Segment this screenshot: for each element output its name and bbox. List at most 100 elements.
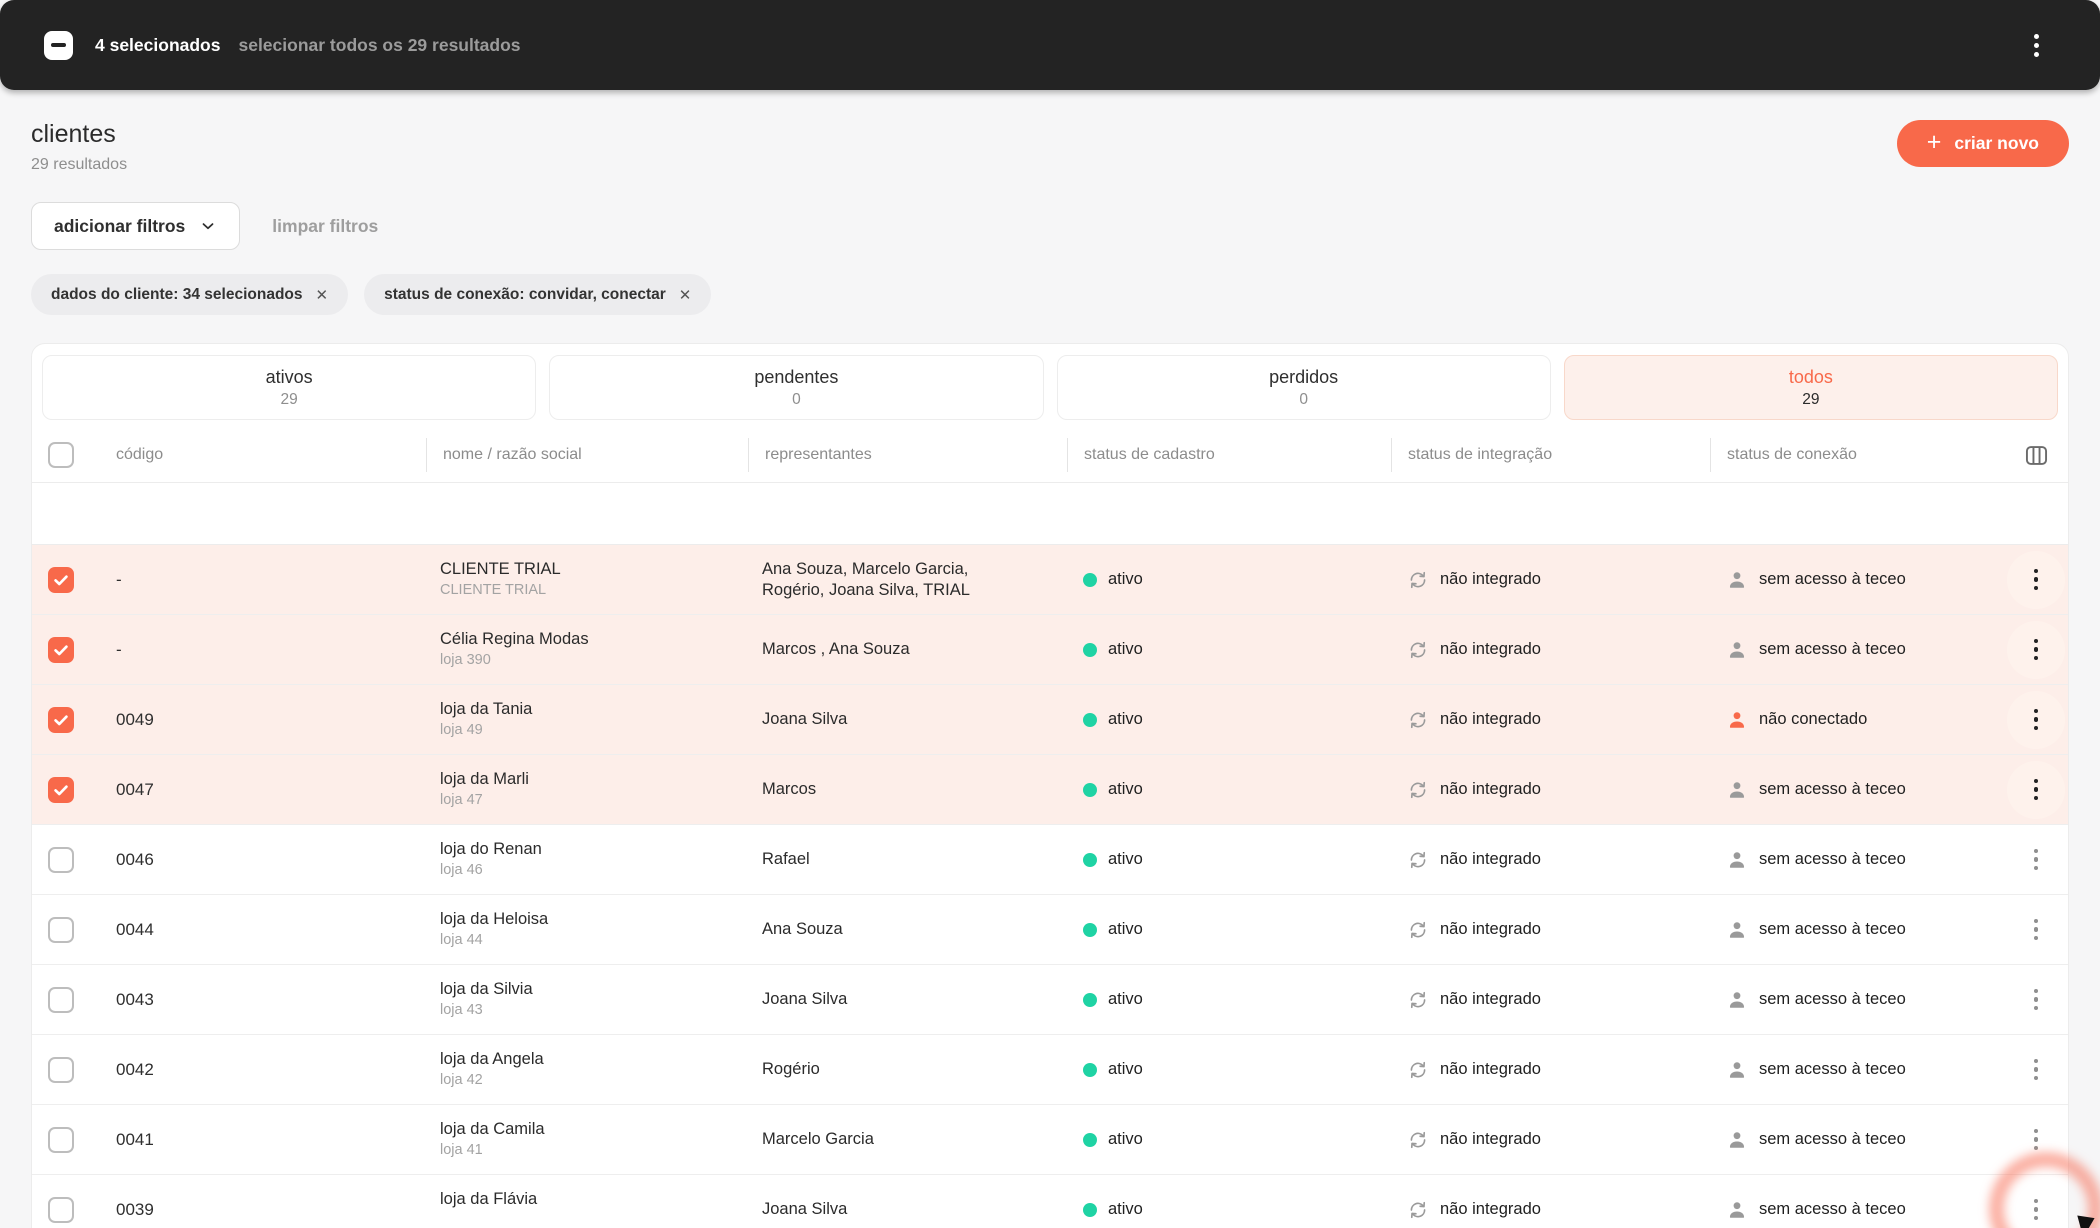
representatives: Joana Silva [748,709,1067,730]
columns-icon [2023,442,2050,469]
row-checkbox[interactable] [48,567,74,593]
client-name: loja do Renan [440,839,748,860]
row-menu-button[interactable] [2016,1050,2056,1090]
status-cadastro: ativo [1067,1130,1391,1149]
status-integracao: não integrado [1391,639,1710,661]
header-checkbox[interactable] [48,442,74,468]
create-new-button[interactable]: + criar novo [1897,120,2069,167]
client-subname [440,1211,748,1228]
status-cadastro: ativo [1067,1200,1391,1219]
status-cadastro: ativo [1067,850,1391,869]
check-icon [51,570,71,590]
remove-chip-icon[interactable]: ✕ [679,286,692,304]
tab-label: pendentes [550,367,1042,388]
row-menu-button[interactable] [2016,840,2056,880]
representatives: Marcos [748,779,1067,800]
status-cadastro: ativo [1067,1060,1391,1079]
kebab-icon [2034,779,2039,784]
selection-menu-button[interactable] [2016,25,2056,65]
tab-pendentes[interactable]: pendentes0 [549,355,1043,420]
kebab-icon [2034,1129,2039,1134]
status-integracao: não integrado [1391,779,1710,801]
kebab-icon [2034,569,2039,574]
table-row[interactable]: 0043loja da Silvialoja 43Joana Silvaativ… [32,965,2068,1035]
selection-bar: 4 selecionados selecionar todos os 29 re… [0,0,2100,90]
add-filters-button[interactable]: adicionar filtros [31,202,240,250]
row-menu-button[interactable] [2016,630,2056,670]
client-subname: loja 44 [440,931,748,950]
check-icon [51,780,71,800]
client-name: loja da Angela [440,1049,748,1070]
client-code: 0043 [100,990,426,1010]
clear-filters-link[interactable]: limpar filtros [272,216,378,237]
table-row[interactable]: 0044loja da Heloisaloja 44Ana Souzaativo… [32,895,2068,965]
row-menu-button[interactable] [2016,770,2056,810]
row-checkbox[interactable] [48,847,74,873]
status-integracao: não integrado [1391,849,1710,871]
table-row[interactable]: 0046loja do Renanloja 46Rafaelativonão i… [32,825,2068,895]
status-conexao: sem acesso à teceo [1710,639,2004,661]
select-all-checkbox[interactable] [44,31,73,60]
client-name: loja da Marli [440,769,748,790]
status-conexao: sem acesso à teceo [1710,919,2004,941]
client-name: loja da Flávia [440,1189,748,1210]
column-header: status de conexão [1710,438,2004,472]
clients-table-card: ativos29pendentes0perdidos0todos29 códig… [31,343,2069,1228]
table-row[interactable]: 0039loja da FláviaJoana Silvaativonão in… [32,1175,2068,1228]
row-menu-button[interactable] [2016,560,2056,600]
person-icon [1726,989,1748,1011]
main-content: clientes 29 resultados + criar novo adic… [0,90,2100,1228]
check-icon [51,640,71,660]
client-code: - [100,640,426,660]
remove-chip-icon[interactable]: ✕ [316,286,329,304]
representatives: Marcos , Ana Souza [748,639,1067,660]
table-row[interactable]: 0047loja da Marliloja 47Marcosativonão i… [32,755,2068,825]
client-name: loja da Silvia [440,979,748,1000]
status-tabs: ativos29pendentes0perdidos0todos29 [32,344,2068,428]
table-row[interactable]: 0042loja da Angelaloja 42Rogérioativonão… [32,1035,2068,1105]
sync-icon [1407,989,1429,1011]
table-row[interactable]: 0041loja da Camilaloja 41Marcelo Garciaa… [32,1105,2068,1175]
filter-chip[interactable]: dados do cliente: 34 selecionados✕ [31,274,348,315]
person-icon [1726,779,1748,801]
tab-perdidos[interactable]: perdidos0 [1057,355,1551,420]
table-row[interactable]: -CLIENTE TRIALCLIENTE TRIALAna Souza, Ma… [32,545,2068,615]
row-checkbox[interactable] [48,1197,74,1223]
client-name: loja da Heloisa [440,909,748,930]
row-menu-button[interactable] [2016,910,2056,950]
person-icon [1726,1129,1748,1151]
row-checkbox[interactable] [48,637,74,663]
table-row[interactable]: 0049loja da Tanialoja 49Joana Silvaativo… [32,685,2068,755]
kebab-icon [2034,849,2039,854]
sync-icon [1407,1129,1429,1151]
sync-icon [1407,849,1429,871]
tab-label: perdidos [1058,367,1550,388]
table-row[interactable]: -Célia Regina Modasloja 390Marcos , Ana … [32,615,2068,685]
kebab-icon [2034,1059,2039,1064]
row-checkbox[interactable] [48,707,74,733]
sync-icon [1407,569,1429,591]
kebab-icon [2034,709,2039,714]
select-all-results-link[interactable]: selecionar todos os 29 resultados [238,35,520,56]
row-menu-button[interactable] [2016,700,2056,740]
row-checkbox[interactable] [48,917,74,943]
filter-chip[interactable]: status de conexão: convidar, conectar ✕ [364,274,711,315]
selected-count: 4 selecionados [95,35,220,56]
status-integracao: não integrado [1391,709,1710,731]
client-code: 0042 [100,1060,426,1080]
row-menu-button[interactable] [2016,1120,2056,1160]
client-name: Célia Regina Modas [440,629,748,650]
row-checkbox[interactable] [48,1127,74,1153]
tab-ativos[interactable]: ativos29 [42,355,536,420]
columns-settings-button[interactable] [2004,442,2068,469]
filter-chip-label: status de conexão: convidar, conectar [384,286,666,304]
row-checkbox[interactable] [48,1057,74,1083]
row-checkbox[interactable] [48,777,74,803]
row-menu-button[interactable] [2016,980,2056,1020]
active-dot-icon [1083,643,1097,657]
client-code: 0044 [100,920,426,940]
row-checkbox[interactable] [48,987,74,1013]
client-subname: loja 41 [440,1141,748,1160]
row-menu-button[interactable] [2016,1190,2056,1228]
tab-todos[interactable]: todos29 [1564,355,2058,420]
